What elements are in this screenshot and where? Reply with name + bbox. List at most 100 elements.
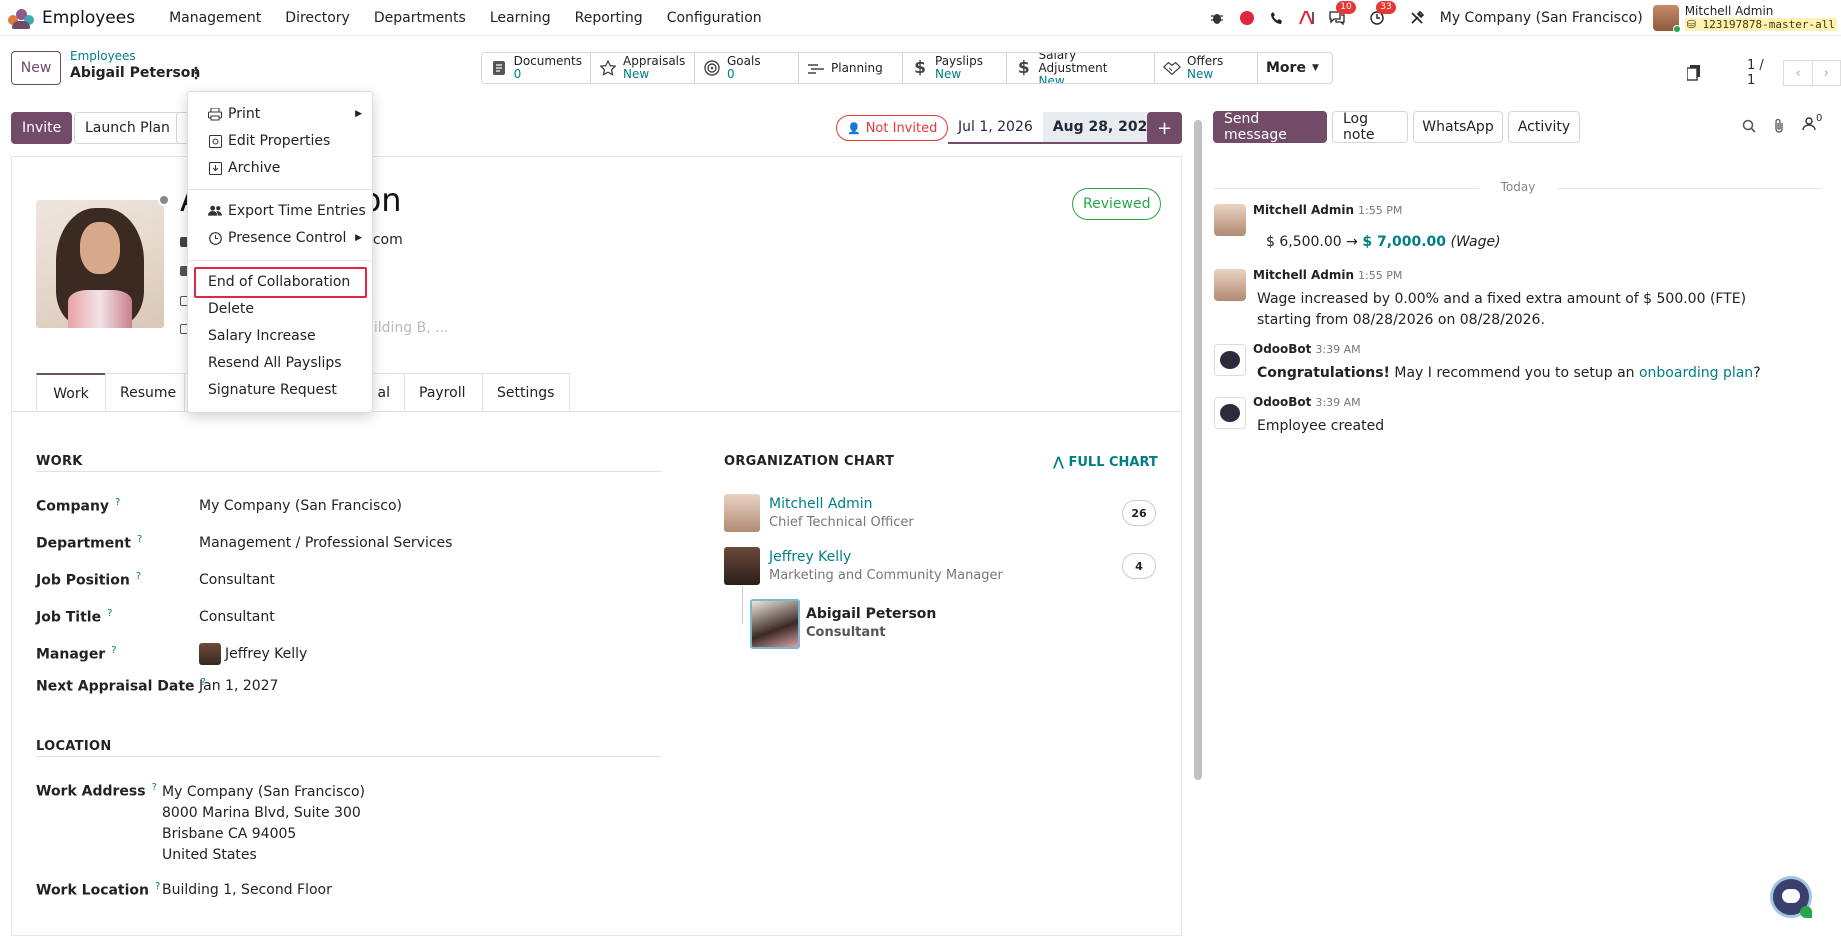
help-icon[interactable]: ? (136, 571, 141, 582)
tools-icon[interactable] (1408, 9, 1426, 27)
help-icon[interactable]: ? (155, 881, 160, 892)
work-location-label-text: Work Location (36, 882, 150, 899)
menu-item-edit-properties[interactable]: Edit Properties (188, 128, 372, 154)
help-icon[interactable]: ? (115, 497, 120, 508)
menu-departments[interactable]: Departments (362, 10, 478, 26)
help-icon[interactable]: ? (111, 645, 116, 656)
database-name: ⛁ 123197878-master-all (1684, 18, 1837, 31)
message-author[interactable]: OdooBot 3:39 AM (1253, 395, 1361, 409)
add-button[interactable]: + (1147, 112, 1182, 144)
breadcrumb-employees[interactable]: Employees (70, 49, 200, 63)
messages-icon[interactable]: 10 (1328, 1, 1356, 27)
menu-directory[interactable]: Directory (273, 10, 362, 26)
onboarding-plan-link[interactable]: onboarding plan (1639, 365, 1753, 381)
company-value[interactable]: My Company (San Francisco) (199, 498, 402, 514)
launch-plan-button[interactable]: Launch Plan (74, 112, 181, 144)
department-value[interactable]: Management / Professional Services (199, 535, 452, 551)
livechat-icon[interactable] (1770, 876, 1812, 918)
tab-resume[interactable]: Resume (105, 373, 185, 412)
org-avatar-mitchell[interactable] (724, 494, 760, 532)
documents-smart-button[interactable]: Documents 0 (482, 53, 591, 83)
menu-reporting[interactable]: Reporting (563, 10, 655, 26)
app-logo-icon[interactable] (8, 7, 34, 29)
user-menu[interactable]: Mitchell Admin ⛁ 123197878-master-all (1652, 4, 1837, 33)
planning-smart-button[interactable]: Planning (799, 53, 903, 83)
pager-value[interactable]: 1 / 1 (1747, 58, 1775, 88)
odoobot-avatar[interactable] (1214, 397, 1246, 429)
pager-next-button[interactable]: › (1811, 60, 1841, 86)
org-name-jeffrey[interactable]: Jeffrey Kelly (769, 549, 851, 565)
ai-icon[interactable] (1298, 9, 1316, 27)
reviewed-badge[interactable]: Reviewed (1072, 188, 1162, 220)
salary-adjustment-smart-button[interactable]: $ Salary Adjustment New (1007, 53, 1155, 83)
payslips-smart-button[interactable]: $ Payslips New (903, 53, 1007, 83)
org-avatar-jeffrey[interactable] (724, 547, 760, 585)
menu-learning[interactable]: Learning (478, 10, 563, 26)
author-avatar[interactable] (1214, 204, 1246, 236)
dollar-icon: $ (1017, 58, 1030, 78)
menu-item-delete[interactable]: Delete (188, 296, 372, 322)
menu-management[interactable]: Management (157, 10, 273, 26)
paperclip-icon[interactable] (1773, 118, 1785, 138)
menu-item-archive[interactable]: Archive (188, 155, 372, 181)
user-avatar (1652, 5, 1681, 33)
goals-smart-button[interactable]: Goals 0 (695, 53, 799, 83)
full-chart-link[interactable]: ⋀ FULL CHART (1053, 455, 1158, 470)
menu-item-export-time-entries[interactable]: Export Time Entries (188, 198, 372, 224)
contract-start-date[interactable]: Jul 1, 2026 (948, 112, 1043, 142)
tab-settings[interactable]: Settings (482, 373, 570, 412)
contract-dates[interactable]: Jul 1, 2026 Aug 28, 2026 (948, 112, 1168, 144)
printer-icon (208, 107, 222, 121)
phone-icon[interactable] (1268, 9, 1286, 27)
job-title-value[interactable]: Consultant (199, 609, 275, 625)
org-count-mitchell[interactable]: 26 (1122, 500, 1156, 526)
message-author[interactable]: Mitchell Admin 1:55 PM (1253, 203, 1402, 217)
actions-kebab-icon[interactable] (193, 66, 199, 84)
form-scrollbar[interactable] (1193, 112, 1203, 922)
help-icon[interactable]: ? (152, 782, 157, 793)
invite-button[interactable]: Invite (11, 112, 73, 144)
new-button[interactable]: New (11, 51, 61, 85)
menu-item-signature-request[interactable]: Signature Request (188, 377, 372, 403)
work-location-value[interactable]: Building 1, Second Floor (162, 882, 332, 898)
employee-photo[interactable] (36, 200, 164, 328)
odoobot-avatar[interactable] (1214, 344, 1246, 376)
org-name-mitchell[interactable]: Mitchell Admin (769, 496, 873, 512)
log-note-button[interactable]: Log note (1332, 111, 1408, 143)
more-smart-button[interactable]: More ▼ (1258, 53, 1332, 83)
org-count-jeffrey[interactable]: 4 (1122, 553, 1156, 579)
appraisals-smart-button[interactable]: Appraisals New (591, 53, 695, 83)
bug-icon[interactable] (1208, 9, 1226, 27)
whatsapp-button[interactable]: WhatsApp (1413, 111, 1503, 143)
help-icon[interactable]: ? (137, 534, 142, 545)
tab-payroll[interactable]: Payroll (404, 373, 483, 412)
author-name: Mitchell Admin (1253, 268, 1355, 282)
record-icon[interactable] (1238, 9, 1256, 27)
menu-item-print[interactable]: Print ▶ (188, 101, 372, 127)
send-message-button[interactable]: Send message (1213, 111, 1327, 143)
tab-work[interactable]: Work (36, 373, 106, 412)
menu-item-resend-all-payslips[interactable]: Resend All Payslips (188, 350, 372, 376)
company-switcher[interactable]: My Company (San Francisco) (1440, 10, 1643, 26)
menu-configuration[interactable]: Configuration (655, 10, 774, 26)
pager-previous-button[interactable]: ‹ (1783, 60, 1813, 86)
app-title[interactable]: Employees (42, 8, 135, 28)
menu-item-salary-increase[interactable]: Salary Increase (188, 323, 372, 349)
activity-button[interactable]: Activity (1508, 111, 1580, 143)
message-author[interactable]: Mitchell Admin 1:55 PM (1253, 268, 1402, 282)
work-address-value[interactable]: My Company (San Francisco) 8000 Marina B… (162, 782, 365, 866)
author-avatar[interactable] (1214, 269, 1246, 301)
message-author[interactable]: OdooBot 3:39 AM (1253, 342, 1361, 356)
search-icon[interactable] (1742, 119, 1756, 137)
job-position-value[interactable]: Consultant (199, 572, 275, 588)
manager-value[interactable]: Jeffrey Kelly (199, 643, 307, 665)
followers-button[interactable]: 0 (1802, 113, 1822, 134)
offers-smart-button[interactable]: Offers New (1155, 53, 1258, 83)
next-appraisal-value[interactable]: Jan 1, 2027 (199, 678, 278, 694)
scrollbar-thumb[interactable] (1194, 120, 1202, 780)
help-icon[interactable]: ? (107, 608, 112, 619)
menu-item-presence-control[interactable]: Presence Control ▶ (188, 225, 372, 251)
activities-icon[interactable]: 33 (1368, 1, 1396, 27)
user-name: Mitchell Admin (1684, 4, 1774, 18)
copy-icon[interactable] (1686, 65, 1701, 81)
